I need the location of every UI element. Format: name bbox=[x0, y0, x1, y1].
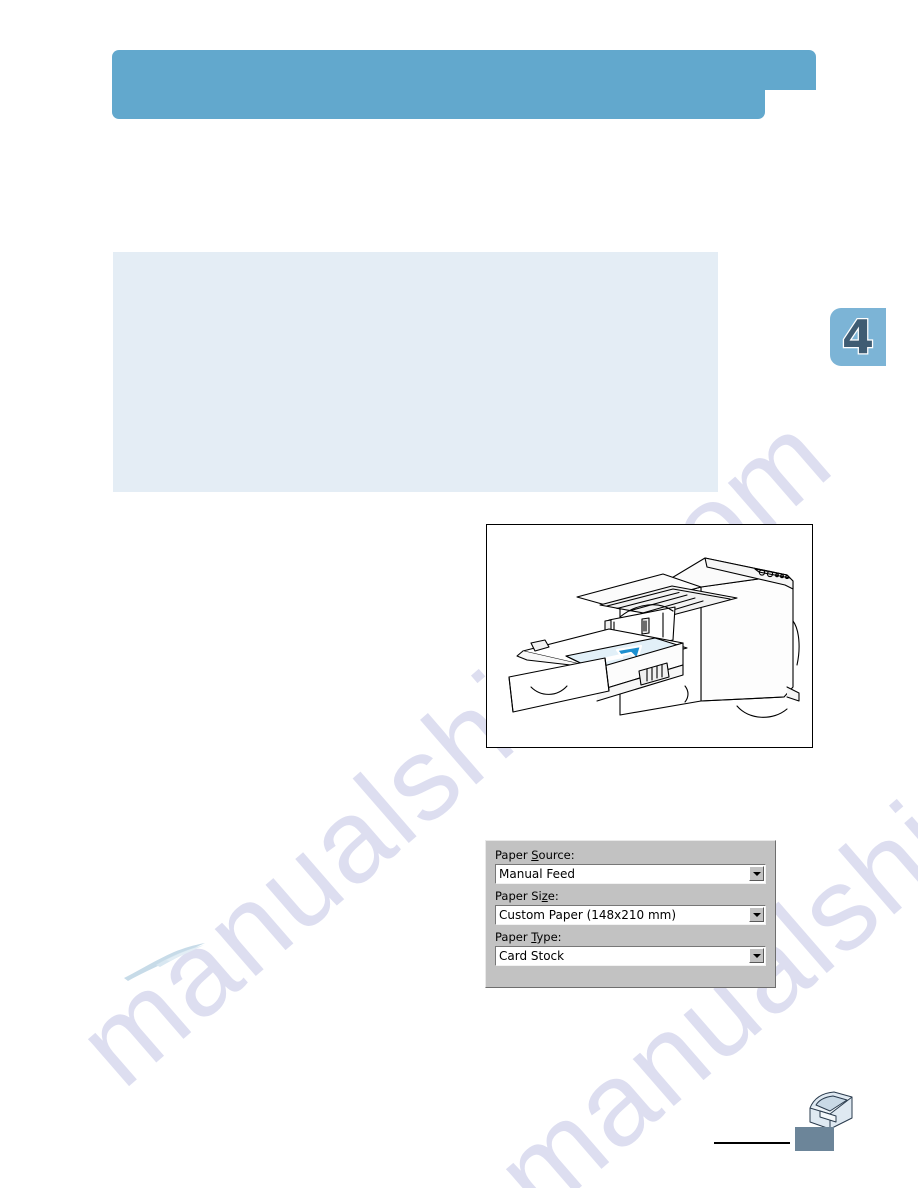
paper-type-select[interactable]: Card Stock bbox=[495, 946, 766, 966]
chevron-down-icon[interactable] bbox=[749, 907, 764, 922]
paper-type-field: Paper Type: Card Stock bbox=[495, 930, 766, 966]
paper-size-label: Paper Size: bbox=[495, 889, 559, 903]
paper-type-label: Paper Type: bbox=[495, 930, 562, 944]
header-banner-bottom bbox=[112, 86, 765, 119]
footer-divider bbox=[714, 1142, 790, 1144]
printer-illustration-frame bbox=[486, 524, 813, 748]
chapter-number: 4 bbox=[841, 310, 876, 364]
paper-source-select[interactable]: Manual Feed bbox=[495, 864, 766, 884]
paper-type-value: Card Stock bbox=[499, 948, 565, 963]
paper-source-field: Paper Source: Manual Feed bbox=[495, 848, 766, 884]
chevron-down-icon[interactable] bbox=[749, 866, 764, 881]
note-box-text bbox=[113, 252, 718, 284]
header-banner-top bbox=[112, 50, 816, 90]
note-box bbox=[113, 252, 718, 492]
printer-driver-panel: Paper Source: Manual Feed Paper Size: Cu… bbox=[485, 840, 776, 988]
chevron-down-icon[interactable] bbox=[749, 948, 764, 963]
paper-source-value: Manual Feed bbox=[499, 866, 576, 881]
watermark-text: manualshive.com bbox=[53, 389, 856, 1112]
decorative-swoosh bbox=[122, 938, 208, 987]
paper-size-field: Paper Size: Custom Paper (148x210 mm) bbox=[495, 889, 766, 925]
paper-source-label: Paper Source: bbox=[495, 848, 575, 862]
page-number bbox=[795, 1127, 834, 1151]
printer-manual-feed-illustration bbox=[508, 557, 800, 718]
chapter-tab: 4 bbox=[830, 308, 886, 366]
manual-page: manualshive.com manualshive.com 4 bbox=[0, 0, 918, 1188]
paper-size-value: Custom Paper (148x210 mm) bbox=[499, 907, 677, 922]
paper-size-select[interactable]: Custom Paper (148x210 mm) bbox=[495, 905, 766, 925]
